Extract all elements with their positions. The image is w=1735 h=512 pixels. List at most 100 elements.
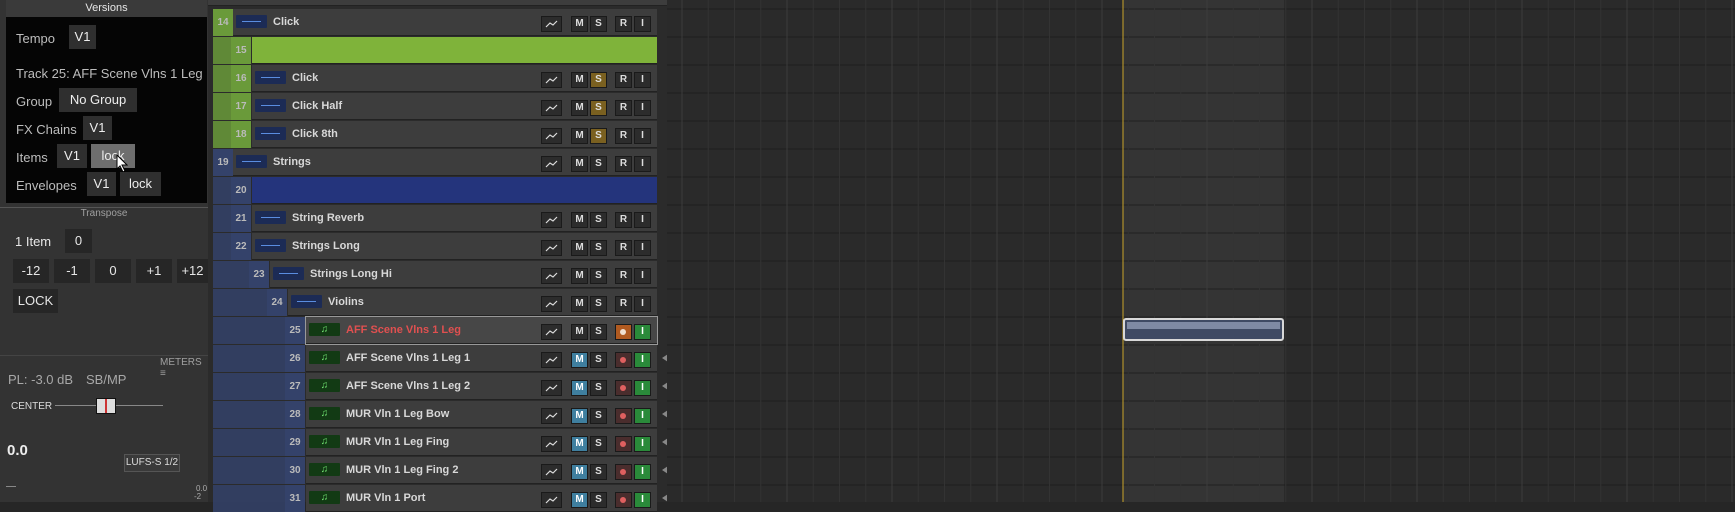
track-row[interactable]: 15 <box>208 37 667 64</box>
pan-slider-handle[interactable] <box>96 398 116 414</box>
input-monitor-button[interactable]: I <box>634 380 651 396</box>
envelope-icon[interactable] <box>541 156 562 172</box>
track-header[interactable] <box>252 177 657 204</box>
solo-button[interactable]: S <box>590 492 607 508</box>
input-monitor-button[interactable]: I <box>634 156 651 172</box>
track-row[interactable]: 20 <box>208 177 667 204</box>
envelope-icon[interactable] <box>541 380 562 396</box>
envelope-icon[interactable] <box>541 324 562 340</box>
track-row[interactable]: 23 Strings Long Hi M S R I <box>208 261 667 288</box>
solo-button[interactable]: S <box>590 156 607 172</box>
meters-menu[interactable]: METERS ≡ <box>160 357 208 379</box>
record-arm-button[interactable]: R <box>615 100 632 116</box>
record-arm-button[interactable]: R <box>615 16 632 32</box>
track-name[interactable]: Click <box>292 65 318 92</box>
envelope-icon[interactable] <box>541 436 562 452</box>
track-row[interactable]: 29 ♫ MUR Vln 1 Leg Fing M S I <box>208 429 668 456</box>
input-monitor-button[interactable]: I <box>634 492 651 508</box>
track-row[interactable]: 21 String Reverb M S R I <box>208 205 667 232</box>
envelope-icon[interactable] <box>541 268 562 284</box>
input-monitor-button[interactable]: I <box>634 464 651 480</box>
input-monitor-button[interactable]: I <box>634 268 651 284</box>
solo-button[interactable]: S <box>590 464 607 480</box>
record-arm-button[interactable]: R <box>615 128 632 144</box>
mute-button[interactable]: M <box>571 352 588 368</box>
track-row[interactable]: 18 Click 8th M S R I <box>208 121 667 148</box>
midi-item[interactable] <box>1123 318 1284 341</box>
envelope-icon[interactable] <box>541 212 562 228</box>
input-monitor-button[interactable]: I <box>634 408 651 424</box>
mute-button[interactable]: M <box>571 212 588 228</box>
envelope-icon[interactable] <box>541 464 562 480</box>
solo-button[interactable]: S <box>590 324 607 340</box>
track-row[interactable]: 31 ♫ MUR Vln 1 Port M S I <box>208 485 668 512</box>
solo-button[interactable]: S <box>590 436 607 452</box>
mute-button[interactable]: M <box>571 128 588 144</box>
input-monitor-button[interactable]: I <box>634 436 651 452</box>
track-name[interactable]: Strings <box>273 149 311 176</box>
solo-button[interactable]: S <box>590 408 607 424</box>
input-monitor-button[interactable]: I <box>634 128 651 144</box>
track-name[interactable]: Click 8th <box>292 121 338 148</box>
track-row[interactable]: 28 ♫ MUR Vln 1 Leg Bow M S I <box>208 401 668 428</box>
track-row[interactable]: 27 ♫ AFF Scene Vlns 1 Leg 2 MS I <box>208 373 668 400</box>
group-version-button[interactable]: No Group <box>59 88 137 112</box>
mute-button[interactable]: M <box>571 156 588 172</box>
track-name[interactable]: MUR Vln 1 Leg Bow <box>346 401 449 428</box>
record-arm-button[interactable] <box>615 492 632 508</box>
input-monitor-button[interactable]: I <box>634 72 651 88</box>
transpose-plus12-button[interactable]: +12 <box>177 259 208 283</box>
record-arm-button[interactable]: R <box>615 212 632 228</box>
track-name[interactable]: AFF Scene Vlns 1 Leg 1 <box>346 345 470 372</box>
track-name[interactable]: AFF Scene Vlns 1 Leg <box>346 317 461 344</box>
record-arm-button[interactable]: R <box>615 156 632 172</box>
track-row[interactable]: 22 Strings Long M S R I <box>208 233 667 260</box>
record-arm-button[interactable] <box>615 380 632 396</box>
mute-button[interactable]: M <box>571 240 588 256</box>
track-name[interactable]: AFF Scene Vlns 1 Leg 2 <box>346 373 470 400</box>
solo-button[interactable]: S <box>590 100 607 116</box>
record-arm-button[interactable] <box>615 352 632 368</box>
input-monitor-button[interactable]: I <box>634 352 651 368</box>
mute-button[interactable]: M <box>571 408 588 424</box>
track-name[interactable]: Violins <box>328 289 364 316</box>
input-monitor-button[interactable]: I <box>634 296 651 312</box>
mute-button[interactable]: M <box>571 100 588 116</box>
record-arm-button[interactable]: R <box>615 240 632 256</box>
envelope-icon[interactable] <box>541 240 562 256</box>
solo-button[interactable]: S <box>590 380 607 396</box>
solo-button[interactable]: S <box>590 352 607 368</box>
solo-button[interactable]: S <box>590 16 607 32</box>
record-arm-button[interactable]: R <box>615 296 632 312</box>
solo-button[interactable]: S <box>590 212 607 228</box>
track-name[interactable]: Strings Long Hi <box>310 261 392 288</box>
solo-button[interactable]: S <box>590 128 607 144</box>
record-arm-button[interactable]: R <box>615 268 632 284</box>
input-monitor-button[interactable]: I <box>634 16 651 32</box>
track-header[interactable] <box>252 37 657 64</box>
record-arm-button[interactable] <box>615 464 632 480</box>
track-name[interactable]: Click Half <box>292 93 342 120</box>
transpose-plus1-button[interactable]: +1 <box>136 259 172 283</box>
track-name[interactable]: MUR Vln 1 Leg Fing 2 <box>346 457 458 484</box>
lufs-button[interactable]: LUFS-S 1/2 <box>124 454 180 472</box>
envelope-icon[interactable] <box>541 72 562 88</box>
envelopes-lock-button[interactable]: lock <box>120 172 161 196</box>
track-name[interactable]: Strings Long <box>292 233 360 260</box>
transpose-minus1-button[interactable]: -1 <box>54 259 90 283</box>
tempo-version-button[interactable]: V1 <box>69 25 96 49</box>
mute-button[interactable]: M <box>571 296 588 312</box>
solo-button[interactable]: S <box>590 296 607 312</box>
mute-button[interactable]: M <box>571 16 588 32</box>
mute-button[interactable]: M <box>571 492 588 508</box>
record-arm-button[interactable] <box>615 436 632 452</box>
mute-button[interactable]: M <box>571 380 588 396</box>
mute-button[interactable]: M <box>571 268 588 284</box>
track-row[interactable]: 30 ♫ MUR Vln 1 Leg Fing 2 MS I <box>208 457 668 484</box>
input-monitor-button[interactable]: I <box>634 212 651 228</box>
fx-chains-version-button[interactable]: V1 <box>83 116 112 140</box>
record-arm-button[interactable] <box>615 408 632 424</box>
envelope-icon[interactable] <box>541 100 562 116</box>
track-name[interactable]: MUR Vln 1 Leg Fing <box>346 429 449 456</box>
envelope-icon[interactable] <box>541 492 562 508</box>
